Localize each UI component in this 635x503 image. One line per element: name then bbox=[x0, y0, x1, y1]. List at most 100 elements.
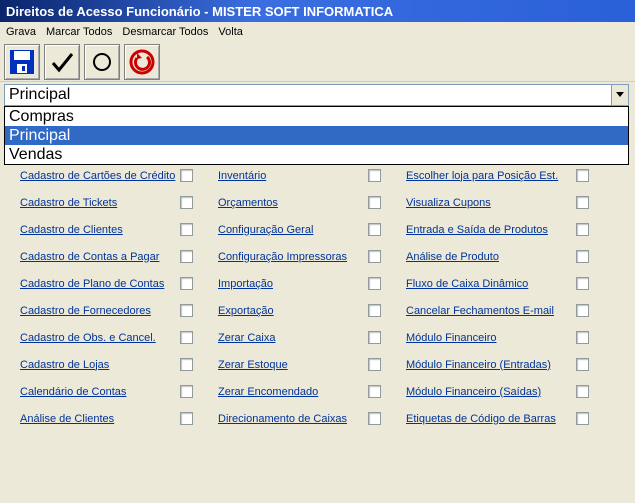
menu-desmarcar-todos[interactable]: Desmarcar Todos bbox=[122, 26, 208, 38]
permission-link[interactable]: Cadastro de Lojas bbox=[20, 359, 180, 371]
permission-link[interactable]: Zerar Encomendado bbox=[218, 386, 368, 398]
permission-checkbox[interactable] bbox=[576, 223, 589, 236]
permission-checkbox[interactable] bbox=[180, 277, 193, 290]
permission-link[interactable]: Entrada e Saída de Produtos bbox=[406, 224, 576, 236]
permission-checkbox[interactable] bbox=[180, 304, 193, 317]
permission-checkbox[interactable] bbox=[368, 196, 381, 209]
checkbox-cell bbox=[180, 196, 218, 209]
save-button[interactable] bbox=[4, 44, 40, 80]
checkbox-cell bbox=[180, 169, 218, 182]
permission-link[interactable]: Zerar Caixa bbox=[218, 332, 368, 344]
permissions-row: Cadastro de Contas a Pagar Configuração I… bbox=[20, 243, 625, 270]
permission-checkbox[interactable] bbox=[368, 358, 381, 371]
combo-option[interactable]: Vendas bbox=[5, 145, 628, 164]
permission-link[interactable]: Direcionamento de Caixas bbox=[218, 413, 368, 425]
checkbox-cell bbox=[576, 304, 606, 317]
permission-checkbox[interactable] bbox=[576, 169, 589, 182]
permission-checkbox[interactable] bbox=[368, 412, 381, 425]
permission-checkbox[interactable] bbox=[368, 169, 381, 182]
permission-checkbox[interactable] bbox=[576, 304, 589, 317]
permission-checkbox[interactable] bbox=[368, 304, 381, 317]
permission-checkbox[interactable] bbox=[368, 331, 381, 344]
permission-link[interactable]: Cadastro de Obs. e Cancel. bbox=[20, 332, 180, 344]
checkbox-cell bbox=[180, 412, 218, 425]
uncheck-all-button[interactable] bbox=[84, 44, 120, 80]
permission-link[interactable]: Cadastro de Contas a Pagar bbox=[20, 251, 180, 263]
back-button[interactable] bbox=[124, 44, 160, 80]
permission-checkbox[interactable] bbox=[576, 277, 589, 290]
permission-checkbox[interactable] bbox=[180, 169, 193, 182]
checkbox-cell bbox=[368, 250, 406, 263]
permission-link[interactable]: Calendário de Contas bbox=[20, 386, 180, 398]
permission-link[interactable]: Inventário bbox=[218, 170, 368, 182]
permissions-row: Análise de Clientes Direcionamento de Cai… bbox=[20, 405, 625, 432]
permission-link[interactable]: Importação bbox=[218, 278, 368, 290]
permission-checkbox[interactable] bbox=[576, 358, 589, 371]
permission-link[interactable]: Cancelar Fechamentos E-mail bbox=[406, 305, 576, 317]
permission-link[interactable]: Orçamentos bbox=[218, 197, 368, 209]
permission-checkbox[interactable] bbox=[368, 250, 381, 263]
checkbox-cell bbox=[180, 385, 218, 398]
permission-checkbox[interactable] bbox=[180, 223, 193, 236]
permission-link[interactable]: Cadastro de Fornecedores bbox=[20, 305, 180, 317]
permission-link[interactable]: Cadastro de Tickets bbox=[20, 197, 180, 209]
checkbox-cell bbox=[368, 169, 406, 182]
menu-grava[interactable]: Grava bbox=[6, 26, 36, 38]
checkbox-cell bbox=[368, 331, 406, 344]
permissions-row: Cadastro de Tickets Orçamentos Visualiza C… bbox=[20, 189, 625, 216]
permission-link[interactable]: Cadastro de Plano de Contas bbox=[20, 278, 180, 290]
checkbox-cell bbox=[180, 223, 218, 236]
floppy-disk-icon bbox=[8, 48, 36, 76]
checkbox-cell bbox=[576, 169, 606, 182]
checkbox-cell bbox=[368, 277, 406, 290]
menu-marcar-todos[interactable]: Marcar Todos bbox=[46, 26, 112, 38]
permission-checkbox[interactable] bbox=[368, 223, 381, 236]
permission-link[interactable]: Visualiza Cupons bbox=[406, 197, 576, 209]
chevron-down-icon[interactable] bbox=[611, 85, 628, 105]
permission-link[interactable]: Módulo Financeiro (Entradas) bbox=[406, 359, 576, 371]
permission-checkbox[interactable] bbox=[576, 331, 589, 344]
permission-checkbox[interactable] bbox=[180, 331, 193, 344]
permission-link[interactable]: Exportação bbox=[218, 305, 368, 317]
checkbox-cell bbox=[576, 223, 606, 236]
permission-link[interactable]: Módulo Financeiro (Saídas) bbox=[406, 386, 576, 398]
permission-link[interactable]: Análise de Clientes bbox=[20, 413, 180, 425]
permission-link[interactable]: Análise de Produto bbox=[406, 251, 576, 263]
checkbox-cell bbox=[576, 196, 606, 209]
permission-link[interactable]: Zerar Estoque bbox=[218, 359, 368, 371]
circle-icon bbox=[88, 48, 116, 76]
checkbox-cell bbox=[368, 385, 406, 398]
window-title: Direitos de Acesso Funcionário - MISTER … bbox=[6, 4, 393, 19]
permission-link[interactable]: Escolher loja para Posição Est. bbox=[406, 170, 576, 182]
permission-link[interactable]: Cadastro de Clientes bbox=[20, 224, 180, 236]
permission-link[interactable]: Configuração Geral bbox=[218, 224, 368, 236]
checkbox-cell bbox=[180, 358, 218, 371]
permission-checkbox[interactable] bbox=[576, 412, 589, 425]
permission-checkbox[interactable] bbox=[180, 358, 193, 371]
permission-checkbox[interactable] bbox=[576, 385, 589, 398]
permission-checkbox[interactable] bbox=[180, 250, 193, 263]
permission-checkbox[interactable] bbox=[368, 385, 381, 398]
permission-checkbox[interactable] bbox=[368, 277, 381, 290]
permission-checkbox[interactable] bbox=[180, 385, 193, 398]
permissions-row: Cadastro de Fornecedores Exportação Cancel… bbox=[20, 297, 625, 324]
module-combo[interactable]: Principal bbox=[4, 84, 629, 106]
checkbox-cell bbox=[368, 358, 406, 371]
combo-option[interactable]: Principal bbox=[5, 126, 628, 145]
permission-checkbox[interactable] bbox=[576, 196, 589, 209]
checkbox-cell bbox=[576, 331, 606, 344]
permission-checkbox[interactable] bbox=[180, 412, 193, 425]
permission-link[interactable]: Configuração Impressoras bbox=[218, 251, 368, 263]
permission-link[interactable]: Fluxo de Caixa Dinâmico bbox=[406, 278, 576, 290]
checkbox-cell bbox=[180, 304, 218, 317]
permission-link[interactable]: Módulo Financeiro bbox=[406, 332, 576, 344]
permission-checkbox[interactable] bbox=[180, 196, 193, 209]
permission-link[interactable]: Cadastro de Cartões de Crédito bbox=[20, 170, 180, 182]
toolbar bbox=[0, 42, 635, 82]
permission-link[interactable]: Etiquetas de Código de Barras bbox=[406, 413, 576, 425]
permission-checkbox[interactable] bbox=[576, 250, 589, 263]
permissions-row: Cadastro de Lojas Zerar Estoque Módulo Fin… bbox=[20, 351, 625, 378]
combo-option[interactable]: Compras bbox=[5, 107, 628, 126]
menu-volta[interactable]: Volta bbox=[218, 26, 242, 38]
check-all-button[interactable] bbox=[44, 44, 80, 80]
